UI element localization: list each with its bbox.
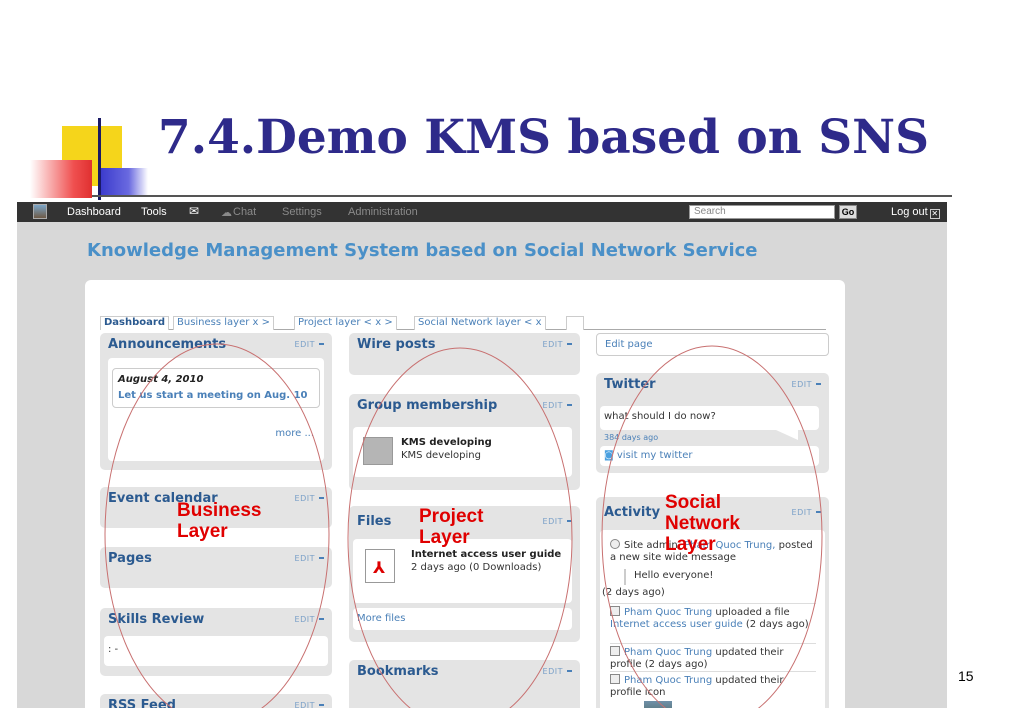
pdf-icon[interactable]: ⅄ <box>365 549 395 583</box>
decor-blue-bar <box>100 168 148 196</box>
wire-posts-title: Wire posts <box>357 337 436 352</box>
file-icon <box>610 606 620 616</box>
top-navigation-bar: Dashboard Tools ✉ ☁ Chat Settings Admini… <box>17 202 947 222</box>
tweet-bubble-tail <box>776 430 798 440</box>
go-button[interactable]: Go <box>839 205 857 219</box>
skills-review-title: Skills Review <box>108 612 205 627</box>
project-layer-label: Project Layer <box>419 506 483 548</box>
project-layer-label-text: Project Layer <box>419 506 484 548</box>
edit-files[interactable]: EDIT <box>543 517 572 526</box>
announcement-date: August 4, 2010 <box>118 374 204 385</box>
announcements-body: August 4, 2010 Let us start a meeting on… <box>108 358 324 461</box>
edit-event-calendar[interactable]: EDIT <box>295 494 324 503</box>
edit-rss-feed[interactable]: EDIT <box>295 701 324 708</box>
bookmarks-widget: Bookmarks EDIT <box>349 660 580 708</box>
nav-dashboard[interactable]: Dashboard <box>67 206 121 218</box>
group-icon[interactable] <box>363 437 393 465</box>
edit-pages[interactable]: EDIT <box>295 554 324 563</box>
nav-administration[interactable]: Administration <box>348 206 418 218</box>
edit-skills-review[interactable]: EDIT <box>295 615 324 624</box>
business-layer-label-text: Business Layer <box>177 500 262 542</box>
tab-business-layer[interactable]: Business layer x > <box>173 316 275 330</box>
edit-bookmarks[interactable]: EDIT <box>543 667 572 676</box>
nav-settings[interactable]: Settings <box>282 206 322 218</box>
group-membership-widget: Group membership EDIT KMS developing KMS… <box>349 394 580 490</box>
activity-time-1: (2 days ago) <box>602 587 665 598</box>
mail-icon[interactable]: ✉ <box>189 204 199 218</box>
tweet-age: 384 days ago <box>604 433 659 442</box>
group-description: KMS developing <box>401 450 481 461</box>
group-name[interactable]: KMS developing <box>401 437 492 448</box>
announcements-title: Announcements <box>108 337 227 352</box>
twitter-bird-icon: ◙ <box>604 450 614 461</box>
nav-tools[interactable]: Tools <box>141 206 167 218</box>
tab-project-layer[interactable]: Project layer < x > <box>294 316 397 330</box>
wire-posts-widget: Wire posts EDIT <box>349 333 580 375</box>
decor-vertical-line <box>98 118 101 200</box>
social-network-layer-label: Social Network Layer <box>665 492 740 555</box>
nav-chat[interactable]: Chat <box>233 206 256 218</box>
activity-item-profile-icon: Pham Quoc Trung updated their profile ic… <box>610 671 816 699</box>
edit-wire-posts[interactable]: EDIT <box>543 340 572 349</box>
tab-dashboard[interactable]: Dashboard <box>100 316 169 330</box>
tab-social-network-layer[interactable]: Social Network layer < x <box>414 316 546 330</box>
files-title: Files <box>357 514 392 529</box>
skills-review-body: : - <box>104 636 328 666</box>
chat-icon[interactable]: ☁ <box>221 206 232 219</box>
user-avatar-icon[interactable] <box>33 204 47 219</box>
more-files-link[interactable]: More files <box>357 613 405 624</box>
edit-announcements[interactable]: EDIT <box>295 340 324 349</box>
business-layer-label: Business Layer <box>177 500 261 542</box>
activity-message: Hello everyone! <box>624 569 713 585</box>
edit-group-membership[interactable]: EDIT <box>543 401 572 410</box>
file-meta: 2 days ago (0 Downloads) <box>411 562 542 573</box>
rss-feed-title: RSS Feed <box>108 698 176 708</box>
announcements-widget: Announcements EDIT August 4, 2010 Let us… <box>100 333 332 470</box>
edit-activity[interactable]: EDIT <box>792 508 821 517</box>
announcement-card: August 4, 2010 Let us start a meeting on… <box>112 368 320 408</box>
tab-add[interactable] <box>566 316 584 330</box>
activity-item-profile: Pham Quoc Trung updated their profile (2… <box>610 643 816 671</box>
pages-widget: Pages EDIT <box>100 547 332 588</box>
rss-feed-widget: RSS Feed EDIT <box>100 694 332 708</box>
user-icon <box>610 646 620 656</box>
title-underline <box>92 195 952 197</box>
skills-review-widget: Skills Review EDIT : - <box>100 608 332 676</box>
logout-link[interactable]: Log out ✕ <box>891 206 940 219</box>
close-icon: ✕ <box>929 209 940 219</box>
kms-screenshot: Dashboard Tools ✉ ☁ Chat Settings Admini… <box>17 202 947 708</box>
more-files-row: More files <box>353 608 572 630</box>
twitter-title: Twitter <box>604 377 656 392</box>
logout-label: Log out <box>891 206 928 218</box>
site-heading: Knowledge Management System based on Soc… <box>87 240 758 261</box>
globe-icon <box>610 539 620 549</box>
edit-page-link[interactable]: Edit page <box>596 333 829 356</box>
bookmarks-title: Bookmarks <box>357 664 439 679</box>
social-network-layer-label-text: Social Network Layer <box>665 492 740 555</box>
visit-twitter-row: ◙ visit my twitter <box>600 446 819 466</box>
visit-twitter-link[interactable]: visit my twitter <box>617 450 693 461</box>
activity-item-upload: Pham Quoc Trung uploaded a file Internet… <box>610 603 816 631</box>
user-icon <box>610 674 620 684</box>
decor-red-bar <box>30 160 92 198</box>
pages-title: Pages <box>108 551 152 566</box>
slide-number: 15 <box>958 668 974 684</box>
twitter-widget: Twitter EDIT what should I do now? 384 d… <box>596 373 829 473</box>
edit-twitter[interactable]: EDIT <box>792 380 821 389</box>
tweet-bubble: what should I do now? <box>600 406 819 430</box>
file-name[interactable]: Internet access user guide <box>411 549 561 560</box>
activity-feed: Site admin, Pham Quoc Trung, posted a ne… <box>600 530 825 708</box>
group-membership-body: KMS developing KMS developing <box>353 427 572 477</box>
announcements-more-link[interactable]: more ... <box>275 428 314 439</box>
slide-title: 7.4.Demo KMS based on SNS <box>158 110 930 165</box>
group-membership-title: Group membership <box>357 398 498 413</box>
search-input[interactable]: Search <box>689 205 835 219</box>
activity-title: Activity <box>604 505 661 520</box>
announcement-link[interactable]: Let us start a meeting on Aug. 10 <box>118 390 308 401</box>
dashboard-tabs: Dashboard Business layer x > Project lay… <box>100 316 826 330</box>
files-body: ⅄ Internet access user guide 2 days ago … <box>353 539 572 603</box>
profile-thumbnail[interactable] <box>644 701 672 708</box>
